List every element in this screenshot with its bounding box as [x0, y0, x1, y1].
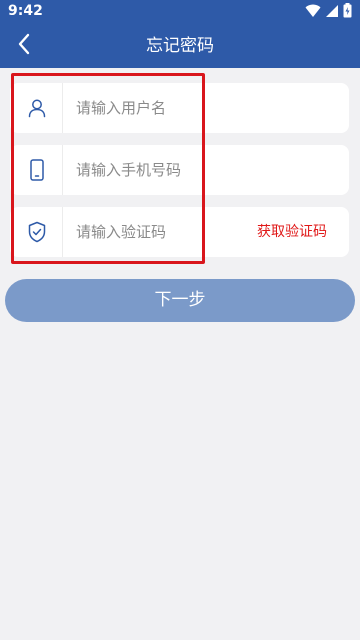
- status-bar: 9:42: [0, 0, 360, 24]
- username-field-row: [10, 83, 349, 133]
- get-code-button[interactable]: 获取验证码: [257, 207, 327, 257]
- field-divider: [62, 145, 63, 195]
- status-icons: [305, 2, 352, 22]
- wifi-icon: [305, 3, 321, 22]
- shield-check-icon: [24, 219, 50, 245]
- user-icon: [24, 95, 50, 121]
- phone-icon: [24, 157, 50, 183]
- app-bar: 忘记密码: [0, 24, 360, 68]
- next-button[interactable]: 下一步: [5, 279, 355, 322]
- field-divider: [62, 83, 63, 133]
- phone-input[interactable]: [76, 145, 246, 195]
- chevron-left-icon: [17, 33, 31, 59]
- cell-signal-icon: [325, 3, 339, 22]
- username-input[interactable]: [76, 83, 246, 133]
- back-button[interactable]: [8, 30, 40, 62]
- code-field-row: 获取验证码: [10, 207, 349, 257]
- battery-charging-icon: [343, 2, 352, 22]
- phone-field-row: [10, 145, 349, 195]
- status-time: 9:42: [8, 3, 43, 19]
- field-divider: [62, 207, 63, 257]
- page-title: 忘记密码: [146, 36, 214, 56]
- code-input[interactable]: [76, 207, 246, 257]
